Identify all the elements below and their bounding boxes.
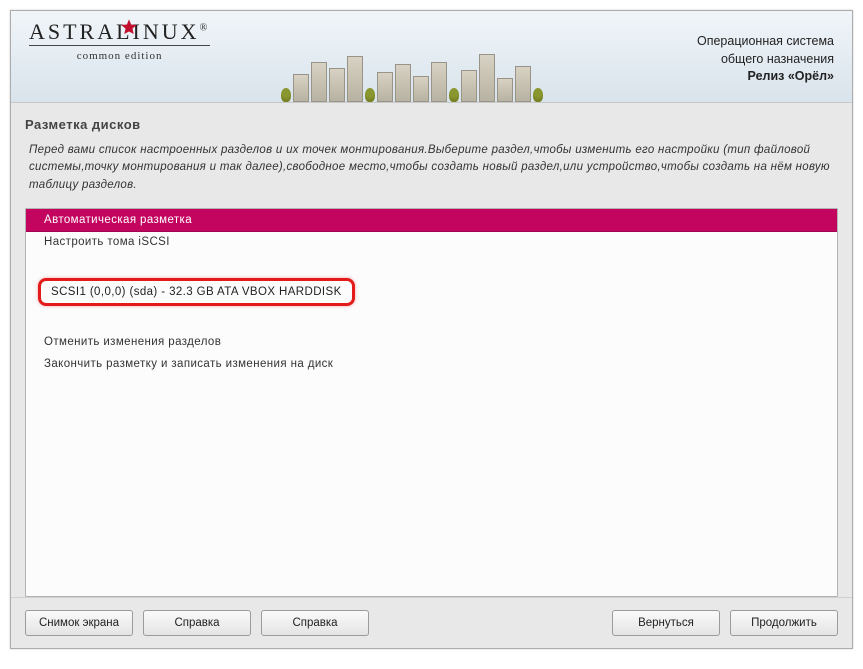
spacer	[379, 610, 602, 636]
back-button[interactable]: Вернуться	[612, 610, 720, 636]
disk-row: SCSI1 (0,0,0) (sda) - 32.3 GB ATA VBOX H…	[26, 275, 837, 309]
partition-list: Автоматическая разметка Настроить тома i…	[25, 208, 838, 597]
os-line-2: общего назначения	[697, 51, 834, 69]
installer-window: Astralinux® common edition Операционная …	[10, 10, 853, 649]
continue-button[interactable]: Продолжить	[730, 610, 838, 636]
brand-edition-line: common edition	[29, 45, 210, 62]
page-title: Разметка дисков	[25, 113, 838, 142]
help-button-2[interactable]: Справка	[261, 610, 369, 636]
button-bar: Снимок экрана Справка Справка Вернуться …	[11, 597, 852, 648]
os-line-1: Операционная система	[697, 33, 834, 51]
option-finish-partitioning[interactable]: Закончить разметку и записать изменения …	[26, 353, 837, 375]
main-content: Разметка дисков Перед вами список настро…	[11, 103, 852, 597]
brand-edition: common edition	[77, 50, 163, 62]
spacer	[26, 253, 837, 275]
option-undo-changes[interactable]: Отменить изменения разделов	[26, 331, 837, 353]
disk-sda[interactable]: SCSI1 (0,0,0) (sda) - 32.3 GB ATA VBOX H…	[38, 278, 355, 306]
city-illustration	[221, 50, 602, 102]
option-auto-partition[interactable]: Автоматическая разметка	[26, 209, 837, 231]
release-name: Релиз «Орёл»	[697, 68, 834, 86]
help-button[interactable]: Справка	[143, 610, 251, 636]
header-banner: Astralinux® common edition Операционная …	[11, 11, 852, 103]
option-configure-iscsi[interactable]: Настроить тома iSCSI	[26, 231, 837, 253]
spacer	[26, 309, 837, 331]
release-info: Операционная система общего назначения Р…	[697, 19, 834, 86]
screenshot-button[interactable]: Снимок экрана	[25, 610, 133, 636]
instructions-text: Перед вами список настроенных разделов и…	[25, 142, 838, 208]
brand-block: Astralinux® common edition	[29, 19, 210, 62]
